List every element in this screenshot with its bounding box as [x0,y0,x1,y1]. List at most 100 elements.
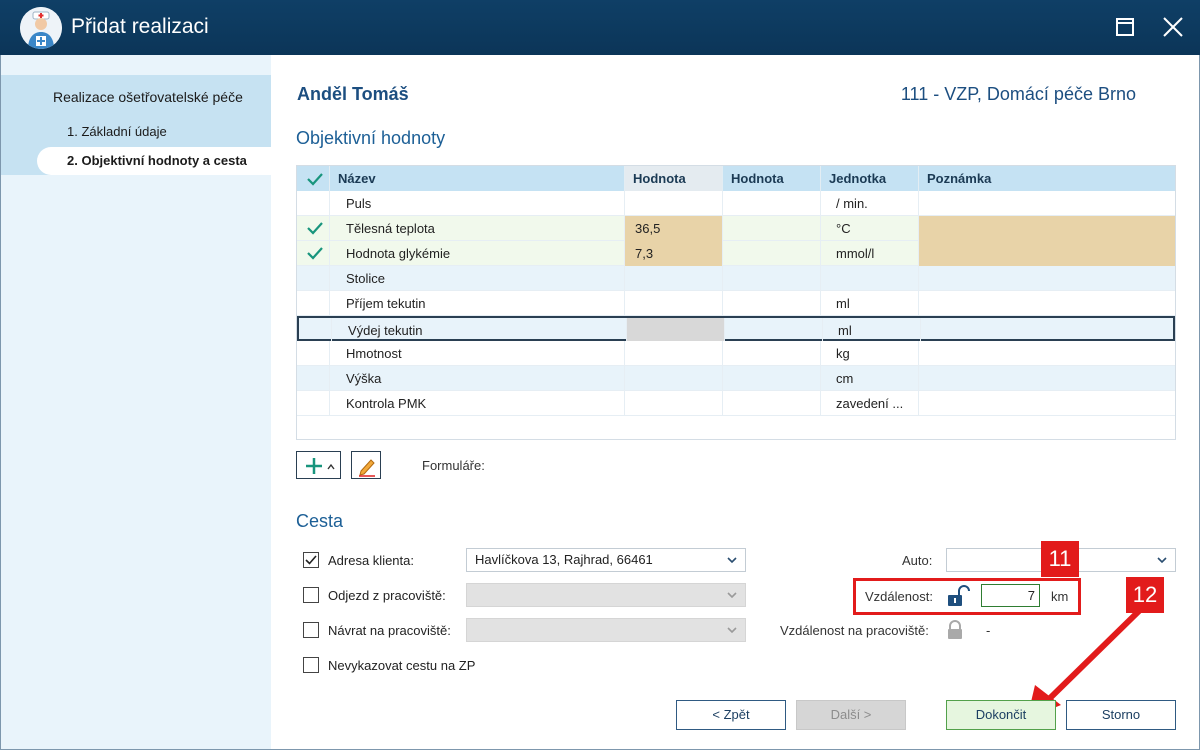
cell-value2[interactable] [723,191,820,216]
row-check-icon[interactable] [306,219,324,237]
table-row[interactable]: Výdej tekutin ml [297,316,1175,343]
cell-value2[interactable] [723,266,820,291]
cell-unit[interactable]: zavedení ... [821,391,918,416]
cell-value2[interactable] [723,366,820,391]
departure-label: Odjezd z pracoviště: [328,588,446,603]
lock-icon [948,620,962,639]
no-report-checkbox[interactable] [303,657,319,673]
cell-unit[interactable]: ml [821,291,918,316]
maximize-icon[interactable] [1112,14,1138,40]
column-header-note[interactable]: Poznámka [918,166,1175,191]
return-select[interactable] [466,618,746,642]
cell-value1[interactable] [625,341,722,366]
cell-value2[interactable] [723,391,820,416]
title-bar: Přidat realizaci [0,0,1200,55]
column-header-name[interactable]: Název [329,166,624,191]
plus-icon [306,458,335,474]
cell-note[interactable] [921,318,1175,343]
cell-value1[interactable] [625,266,722,291]
table-row[interactable]: Hodnota glykémie 7,3 mmol/l [297,241,1175,266]
finish-button[interactable]: Dokončit [946,700,1056,730]
cell-name: Stolice [346,271,386,286]
cell-unit[interactable]: kg [821,341,918,366]
table-header: Název Hodnota Hodnota Jednotka Poznámka [297,166,1175,191]
table-row[interactable]: Tělesná teplota 36,5 °C [297,216,1175,241]
cell-note[interactable] [919,366,1175,391]
cell-value2[interactable] [723,341,820,366]
cell-value1[interactable] [625,391,722,416]
cell-value2[interactable] [725,318,822,343]
back-button[interactable]: < Zpět [676,700,786,730]
cell-unit[interactable]: ml [823,318,920,343]
cell-name: Výška [346,371,382,386]
departure-select[interactable] [466,583,746,607]
car-label: Auto: [902,553,933,568]
table-row[interactable]: Puls / min. [297,191,1175,216]
cell-value1[interactable] [625,291,722,316]
cell-name: Puls [346,196,372,211]
wizard-sidebar: Realizace ošetřovatelské péče 1. Základn… [1,55,271,749]
column-header-value2[interactable]: Hodnota [722,166,820,191]
cell-name: Hmotnost [346,346,402,361]
workplace-distance-label: Vzdálenost na pracoviště: [780,623,929,638]
cell-note[interactable] [919,291,1175,316]
cell-note[interactable] [919,391,1175,416]
cell-note[interactable] [919,266,1175,291]
cell-note[interactable] [919,241,1175,266]
checkbox-check-icon [305,555,317,565]
return-checkbox[interactable] [303,622,319,638]
sidebar-step-label: 2. Objektivní hodnoty a cesta [67,153,247,168]
no-report-label: Nevykazovat cestu na ZP [328,658,476,673]
cell-name: Tělesná teplota [346,221,435,236]
cancel-button[interactable]: Storno [1066,700,1176,730]
cell-note[interactable] [919,191,1175,216]
client-address-select[interactable]: Havlíčkova 13, Rajhrad, 66461 [466,548,746,572]
objective-values-table: Název Hodnota Hodnota Jednotka Poznámka … [296,165,1176,440]
select-all-check-icon[interactable] [306,170,324,188]
client-address-value: Havlíčkova 13, Rajhrad, 66461 [475,552,653,567]
cell-unit[interactable]: / min. [821,191,918,216]
add-value-button[interactable] [296,451,341,479]
table-row[interactable]: Kontrola PMK zavedení ... [297,391,1175,416]
pencil-icon [359,459,375,477]
sidebar-step-objective-values[interactable]: 2. Objektivní hodnoty a cesta [37,147,271,175]
table-row[interactable]: Výška cm [297,366,1175,391]
departure-checkbox[interactable] [303,587,319,603]
table-row[interactable]: Hmotnost kg [297,341,1175,366]
table-row[interactable]: Stolice [297,266,1175,291]
chevron-down-icon [1157,557,1167,564]
cell-unit[interactable]: cm [821,366,918,391]
edit-button[interactable] [351,451,381,479]
client-address-checkbox[interactable] [303,552,319,568]
cell-note[interactable] [919,341,1175,366]
row-check-icon[interactable] [306,244,324,262]
cell-value2[interactable] [723,216,820,241]
patient-name: Anděl Tomáš [297,84,409,104]
table-row[interactable]: Příjem tekutin ml [297,291,1175,316]
cell-value1[interactable]: 36,5 [625,216,722,241]
cell-unit[interactable]: mmol/l [821,241,918,266]
close-icon[interactable] [1160,14,1186,40]
cell-value2[interactable] [723,241,820,266]
sidebar-step-basic-data[interactable]: 1. Základní údaje [67,124,167,139]
cell-unit[interactable]: °C [821,216,918,241]
nurse-avatar-icon [20,7,62,49]
workplace-distance-value: - [986,623,991,638]
objective-section-title: Objektivní hodnoty [296,128,446,148]
cell-value1[interactable] [625,191,722,216]
column-header-unit[interactable]: Jednotka [820,166,918,191]
cell-value2[interactable] [723,291,820,316]
cell-name: Kontrola PMK [346,396,427,411]
chevron-down-icon [727,592,737,599]
cell-value1[interactable] [625,366,722,391]
cell-value1[interactable] [627,318,724,343]
window-title: Přidat realizaci [71,15,209,38]
cell-note[interactable] [919,216,1175,241]
chevron-down-icon [727,627,737,634]
cell-value1[interactable]: 7,3 [625,241,722,266]
insurance-info: 111 - VZP, Domácí péče Brno [900,84,1136,104]
cell-unit[interactable] [821,266,918,291]
next-button[interactable]: Další > [796,700,906,730]
column-header-value1[interactable]: Hodnota [624,166,722,191]
cell-name: Příjem tekutin [346,296,426,311]
